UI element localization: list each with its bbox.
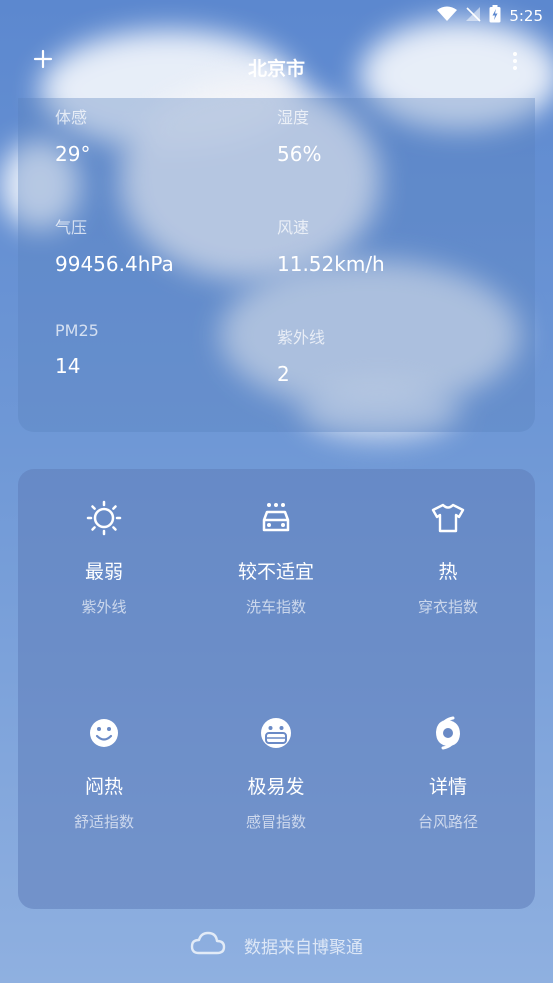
car-wash-icon <box>257 499 295 537</box>
smiley-icon <box>85 714 123 752</box>
detail-label: 风速 <box>277 218 310 237</box>
life-index-name: 舒适指数 <box>73 813 134 831</box>
life-index-card: 最弱 紫外线 较不适宜 洗车指数 热 穿衣指数 闷热 舒适指数 极易发 感冒指数… <box>18 469 535 909</box>
life-index-name: 紫外线 <box>81 598 127 616</box>
data-source: 数据来自博聚通 <box>0 930 553 960</box>
life-index-name: 台风路径 <box>417 813 478 831</box>
mask-face-icon <box>257 714 295 752</box>
life-index-value: 详情 <box>428 776 467 798</box>
detail-value: 14 <box>55 354 81 378</box>
no-signal-icon <box>465 6 481 26</box>
life-index-comfort[interactable]: 闷热 舒适指数 <box>18 714 190 832</box>
more-vertical-icon <box>512 51 518 75</box>
detail-label: PM25 <box>55 321 99 340</box>
detail-pressure: 气压 99456.4hPa <box>55 214 255 276</box>
detail-label: 紫外线 <box>277 328 326 347</box>
data-source-text: 数据来自博聚通 <box>244 937 363 958</box>
more-options-button[interactable] <box>507 50 523 76</box>
sun-icon <box>85 499 123 537</box>
life-index-name: 穿衣指数 <box>417 598 478 616</box>
life-index-uv[interactable]: 最弱 紫外线 <box>18 499 190 617</box>
status-bar: 5:25 <box>0 0 553 30</box>
life-index-car-wash[interactable]: 较不适宜 洗车指数 <box>190 499 362 617</box>
life-index-value: 极易发 <box>247 776 305 798</box>
detail-uv: 紫外线 2 <box>277 324 477 386</box>
detail-label: 气压 <box>55 218 88 237</box>
status-time: 5:25 <box>509 7 543 25</box>
life-index-dressing[interactable]: 热 穿衣指数 <box>362 499 534 617</box>
life-index-cold[interactable]: 极易发 感冒指数 <box>190 714 362 832</box>
detail-label: 湿度 <box>277 108 310 127</box>
detail-value: 2 <box>277 362 290 386</box>
detail-value: 11.52km/h <box>277 252 385 276</box>
detail-value: 56% <box>277 142 322 166</box>
detail-feels-like: 体感 29° <box>55 104 255 166</box>
tshirt-icon <box>429 499 467 537</box>
app-bar: 北京市 <box>0 40 553 90</box>
typhoon-icon <box>429 714 467 752</box>
life-index-name: 感冒指数 <box>245 813 306 831</box>
life-index-typhoon[interactable]: 详情 台风路径 <box>362 714 534 832</box>
detail-pm25: PM25 14 <box>55 321 255 378</box>
wifi-icon <box>437 6 458 26</box>
detail-humidity: 湿度 56% <box>277 104 477 166</box>
life-index-name: 洗车指数 <box>245 598 306 616</box>
weather-details-card: 体感 29° 湿度 56% 气压 99456.4hPa 风速 11.52km/h… <box>18 98 535 432</box>
battery-charging-icon <box>489 5 501 27</box>
city-title: 北京市 <box>247 58 305 80</box>
cloud-icon <box>190 930 226 960</box>
life-index-value: 闷热 <box>84 776 123 798</box>
life-index-value: 最弱 <box>84 561 123 583</box>
life-index-value: 较不适宜 <box>237 561 314 583</box>
detail-value: 99456.4hPa <box>55 252 174 276</box>
detail-wind-speed: 风速 11.52km/h <box>277 214 477 276</box>
detail-label: 体感 <box>55 108 88 127</box>
detail-value: 29° <box>55 142 91 166</box>
life-index-value: 热 <box>438 561 458 583</box>
